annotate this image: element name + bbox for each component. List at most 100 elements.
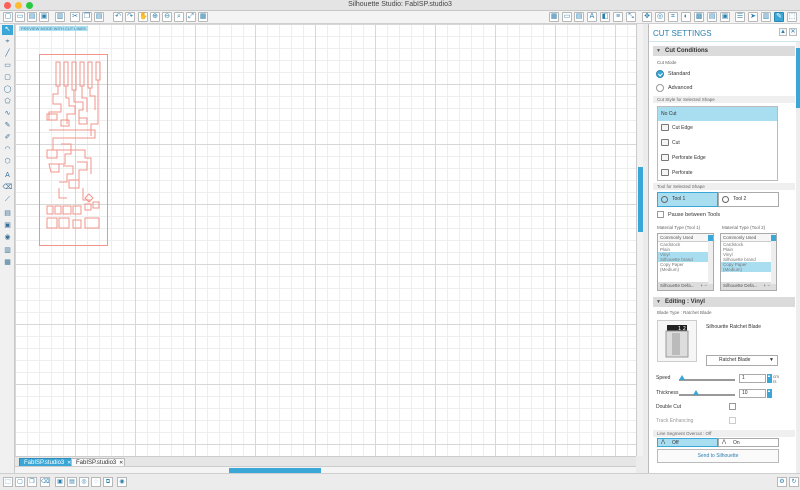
text-tool-icon[interactable]: A: [2, 171, 13, 181]
canvas-vertical-scrollbar[interactable]: [636, 24, 643, 456]
weld-icon[interactable]: ⧉: [103, 477, 113, 487]
transform-icon[interactable]: ⤡: [626, 12, 636, 22]
layer-icon[interactable]: ▤: [2, 209, 13, 219]
editing-header[interactable]: ▼ Editing : Vinyl: [653, 297, 795, 307]
zoom-out-icon[interactable]: ⊖: [162, 12, 172, 22]
select-tool-icon[interactable]: ↖: [2, 25, 13, 35]
paste-icon[interactable]: ▤: [94, 12, 104, 22]
tool-1-button[interactable]: Tool 1: [657, 192, 718, 207]
add-material-icon[interactable]: + −: [763, 282, 770, 290]
panel-close-icon[interactable]: ✕: [789, 28, 797, 36]
fill-color-icon[interactable]: ◧: [600, 12, 610, 22]
freehand-tool-icon[interactable]: ✎: [2, 121, 13, 131]
blade-select[interactable]: Ratchet Blade ▼: [706, 355, 778, 366]
recent-files-icon[interactable]: ▤: [27, 12, 37, 22]
trace-icon[interactable]: ⌗: [668, 12, 678, 22]
undo-icon[interactable]: ↶: [113, 12, 123, 22]
tool-2-button[interactable]: Tool 2: [718, 192, 779, 207]
pause-between-tools-checkbox[interactable]: [657, 211, 664, 218]
select-all-icon[interactable]: ⬚: [3, 477, 13, 487]
new-document-icon[interactable]: ▢: [3, 12, 13, 22]
vertical-scroll-thumb[interactable]: [638, 167, 643, 232]
panel-scroll-thumb[interactable]: [796, 48, 800, 108]
save-icon[interactable]: ▣: [39, 12, 49, 22]
release-path-icon[interactable]: ◌: [91, 477, 101, 487]
eraser-tool-icon[interactable]: ⌫: [2, 183, 13, 193]
curve-tool-icon[interactable]: ∿: [2, 109, 13, 119]
redo-icon[interactable]: ↷: [125, 12, 135, 22]
advanced-radio[interactable]: [656, 84, 664, 92]
standard-radio[interactable]: [656, 70, 664, 78]
thickness-slider-knob[interactable]: [692, 390, 699, 395]
material-list-scrollbar[interactable]: [771, 234, 776, 284]
open-folder-icon[interactable]: ▭: [15, 12, 25, 22]
ellipse-tool-icon[interactable]: ◯: [2, 85, 13, 95]
grid-icon[interactable]: ▦: [549, 12, 559, 22]
print-icon[interactable]: ▥: [55, 12, 65, 22]
arc-tool-icon[interactable]: ◠: [2, 145, 13, 155]
double-cut-checkbox[interactable]: [729, 403, 736, 410]
offset-icon[interactable]: ◎: [655, 12, 665, 22]
material-list-tool2[interactable]: Commonly Used Cardstock Plain Vinyl Silh…: [720, 233, 777, 291]
design-page-icon[interactable]: ▣: [2, 221, 13, 231]
zoom-fit-icon[interactable]: ⤢: [186, 12, 196, 22]
cut-style-perforate-edge[interactable]: Perforate Edge: [658, 151, 777, 165]
smooth-freehand-icon[interactable]: ✐: [2, 133, 13, 143]
store-icon[interactable]: ▣: [720, 12, 730, 22]
panel-collapse-icon[interactable]: ▲: [779, 28, 787, 36]
polygon-tool-icon[interactable]: ⬠: [2, 97, 13, 107]
library-icon[interactable]: ▤: [707, 12, 717, 22]
overcut-off-button[interactable]: ⋀ Off: [657, 438, 718, 447]
material-scroll-thumb[interactable]: [708, 235, 713, 241]
regular-polygon-icon[interactable]: ⬡: [2, 157, 13, 167]
refresh-icon[interactable]: ↻: [789, 477, 799, 487]
point-edit-tool-icon[interactable]: ⌖: [2, 37, 13, 47]
track-enhancing-checkbox[interactable]: [729, 417, 736, 424]
send-to-silhouette-button[interactable]: Send to Silhouette: [657, 449, 779, 463]
rounded-rectangle-tool-icon[interactable]: ▢: [2, 73, 13, 83]
cut-style-cut[interactable]: Cut: [658, 136, 777, 150]
print-cut-icon[interactable]: ▥: [761, 12, 771, 22]
replicate-icon[interactable]: ✥: [642, 12, 652, 22]
copy-icon[interactable]: ❐: [82, 12, 92, 22]
cut-style-perforate[interactable]: Perforate: [658, 166, 777, 180]
compound-path-icon[interactable]: ◎: [79, 477, 89, 487]
material-list-scrollbar[interactable]: [708, 234, 713, 284]
cut-settings-icon[interactable]: ✎: [774, 12, 784, 22]
layers-icon[interactable]: ☰: [735, 12, 745, 22]
bring-forward-icon[interactable]: ◉: [117, 477, 127, 487]
text-style-icon[interactable]: A: [587, 12, 597, 22]
thickness-stepper[interactable]: ▲▼: [767, 389, 775, 398]
material-item[interactable]: (Medium): [658, 267, 713, 272]
knife-tool-icon[interactable]: ⟋: [2, 195, 13, 205]
speed-field[interactable]: 1: [739, 374, 766, 383]
overcut-on-button[interactable]: ⋀ On: [718, 438, 779, 447]
panel-toggle-icon[interactable]: ▥: [2, 246, 13, 256]
pan-hand-icon[interactable]: ✋: [138, 12, 148, 22]
thickness-field[interactable]: 10: [739, 389, 766, 398]
globe-icon[interactable]: ◉: [2, 233, 13, 243]
speed-slider[interactable]: [678, 375, 735, 381]
speed-slider-knob[interactable]: [678, 375, 685, 380]
design-canvas[interactable]: [15, 24, 636, 456]
cut-icon[interactable]: ✂: [70, 12, 80, 22]
rectangle-tool-icon[interactable]: ▭: [2, 61, 13, 71]
deselect-icon[interactable]: ▢: [15, 477, 25, 487]
settings-gear-icon[interactable]: ⚙: [777, 477, 787, 487]
zoom-select-icon[interactable]: ⌕: [174, 12, 184, 22]
line-tool-icon[interactable]: ╱: [2, 49, 13, 59]
delete-icon[interactable]: ⌫: [40, 477, 50, 487]
modify-icon[interactable]: ◐: [681, 12, 691, 22]
zoom-in-icon[interactable]: ⊕: [150, 12, 160, 22]
cut-style-cut-edge[interactable]: Cut Edge: [658, 121, 777, 135]
speed-stepper[interactable]: ▲▼: [767, 374, 775, 383]
zoom-page-icon[interactable]: ▦: [198, 12, 208, 22]
pcb-cut-design[interactable]: [39, 54, 108, 246]
registration-icon[interactable]: ▤: [574, 12, 584, 22]
material-scroll-thumb[interactable]: [771, 235, 776, 241]
thickness-slider[interactable]: [679, 390, 735, 396]
page-setup-icon[interactable]: ▭: [562, 12, 572, 22]
cut-conditions-header[interactable]: ▼ Cut Conditions: [653, 46, 795, 56]
design-store-icon[interactable]: ⬚: [787, 12, 797, 22]
duplicate-icon[interactable]: ❐: [27, 477, 37, 487]
